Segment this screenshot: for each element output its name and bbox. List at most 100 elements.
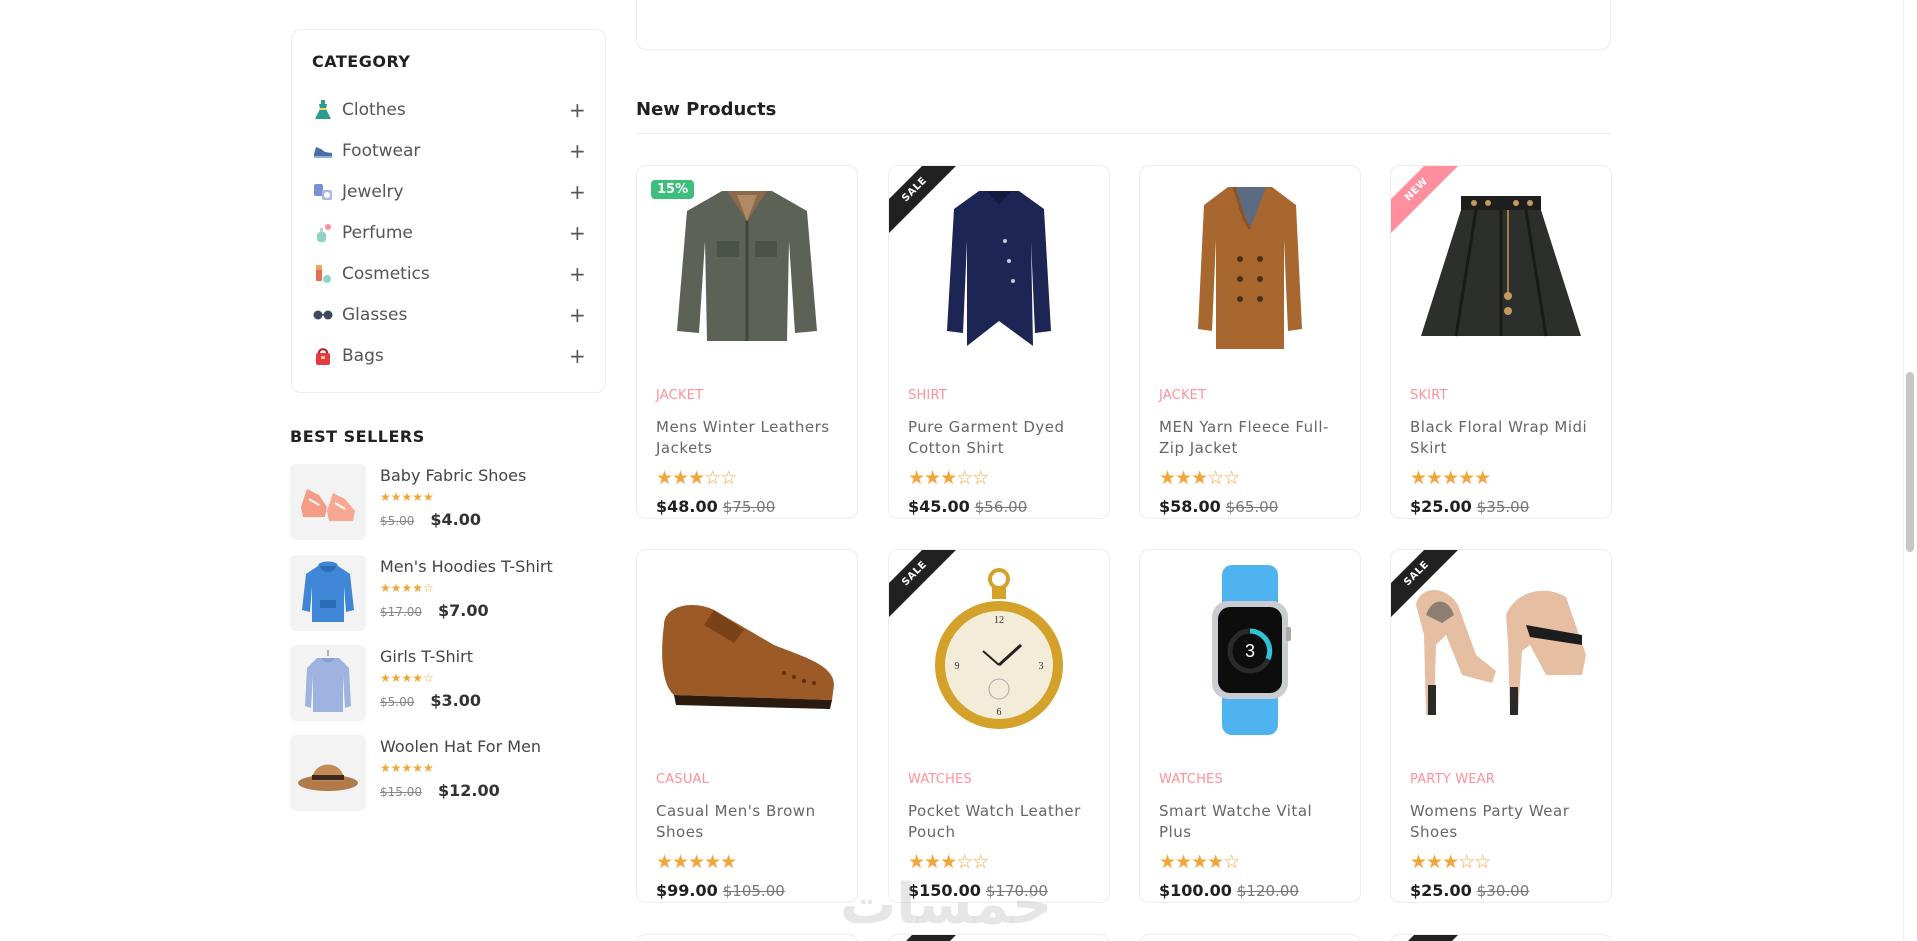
- previous-section-card: [636, 0, 1611, 50]
- product-title[interactable]: Womens Party Wear Shoes: [1410, 801, 1597, 843]
- expand-plus-icon[interactable]: +: [569, 223, 586, 243]
- category-item-bags[interactable]: Bags +: [312, 335, 586, 376]
- expand-plus-icon[interactable]: +: [569, 305, 586, 325]
- rating-stars: ★★★★★: [1410, 467, 1491, 489]
- product-category[interactable]: jacket: [656, 388, 843, 403]
- old-price: $30.00: [1476, 882, 1530, 900]
- woolen-hat-image[interactable]: [290, 735, 366, 811]
- product-card[interactable]: [1139, 934, 1361, 941]
- best-seller-item[interactable]: Woolen Hat For Men ★★★★★ $15.00 $12.00: [290, 735, 610, 811]
- category-label: Perfume: [342, 222, 413, 243]
- price: $45.00: [908, 497, 970, 516]
- scrollbar[interactable]: [1903, 0, 1917, 941]
- category-label: Footwear: [342, 140, 421, 161]
- product-name[interactable]: Girls T-Shirt: [380, 647, 481, 666]
- product-card[interactable]: SALE party wear Womens Party Wear Shoes …: [1390, 549, 1612, 903]
- old-price: $5.00: [380, 695, 415, 709]
- brown-shoe-image[interactable]: [637, 550, 857, 750]
- product-name[interactable]: Men's Hoodies T-Shirt: [380, 557, 553, 576]
- rating-stars: ★★★☆☆: [908, 467, 989, 489]
- price: $100.00: [1159, 881, 1232, 900]
- product-title[interactable]: Casual Men's Brown Shoes: [656, 801, 843, 843]
- product-category[interactable]: casual: [656, 772, 843, 787]
- perfume-icon: [312, 222, 334, 244]
- glasses-icon: [312, 304, 334, 326]
- product-title[interactable]: Mens Winter Leathers Jackets: [656, 417, 843, 459]
- svg-text:3: 3: [1039, 661, 1044, 672]
- price: $3.00: [430, 691, 481, 710]
- category-item-glasses[interactable]: Glasses +: [312, 294, 586, 335]
- scrollbar-thumb[interactable]: [1906, 372, 1914, 552]
- section-divider: [636, 133, 1611, 134]
- category-label: Bags: [342, 345, 384, 366]
- coat-image[interactable]: [1140, 166, 1360, 366]
- rating-stars: ★★★★★: [380, 761, 434, 775]
- expand-plus-icon[interactable]: +: [569, 264, 586, 284]
- old-price: $65.00: [1225, 498, 1279, 516]
- product-title[interactable]: MEN Yarn Fleece Full-Zip Jacket: [1159, 417, 1346, 459]
- product-card[interactable]: casual Casual Men's Brown Shoes ★★★★★ $9…: [636, 549, 858, 903]
- price: $99.00: [656, 881, 718, 900]
- watermark-logo: خمسات: [840, 872, 1053, 937]
- category-item-footwear[interactable]: Footwear +: [312, 130, 586, 171]
- category-item-cosmetics[interactable]: Cosmetics +: [312, 253, 586, 294]
- category-label: Clothes: [342, 99, 406, 120]
- expand-plus-icon[interactable]: +: [569, 346, 586, 366]
- product-card[interactable]: 15% jacket Mens Winter Leathers Jackets …: [636, 165, 858, 519]
- price: $25.00: [1410, 497, 1472, 516]
- expand-plus-icon[interactable]: +: [569, 141, 586, 161]
- category-title: CATEGORY: [312, 52, 411, 71]
- girls-tshirt-image[interactable]: [290, 645, 366, 721]
- product-name[interactable]: Woolen Hat For Men: [380, 737, 541, 756]
- product-card[interactable]: 12 3 6 9 SALE watches Pocket Watch Leather …: [888, 549, 1110, 903]
- product-title[interactable]: Black Floral Wrap Midi Skirt: [1410, 417, 1597, 459]
- old-price: $56.00: [974, 498, 1028, 516]
- rating-stars: ★★★☆☆: [656, 467, 737, 489]
- product-category[interactable]: skirt: [1410, 388, 1597, 403]
- product-name[interactable]: Baby Fabric Shoes: [380, 466, 526, 485]
- product-title[interactable]: Pure Garment Dyed Cotton Shirt: [908, 417, 1095, 459]
- old-price: $75.00: [722, 498, 776, 516]
- category-item-clothes[interactable]: Clothes +: [312, 89, 586, 130]
- product-card[interactable]: jacket MEN Yarn Fleece Full-Zip Jacket ★…: [1139, 165, 1361, 519]
- product-category[interactable]: watches: [908, 772, 1095, 787]
- product-category[interactable]: watches: [1159, 772, 1346, 787]
- product-card[interactable]: NEW skirt Black Floral Wrap Midi Skirt ★…: [1390, 165, 1612, 519]
- product-card[interactable]: [636, 934, 858, 941]
- product-title[interactable]: Pocket Watch Leather Pouch: [908, 801, 1095, 843]
- category-label: Jewelry: [342, 181, 404, 202]
- smart-watch-image[interactable]: 3: [1140, 550, 1360, 750]
- category-item-jewelry[interactable]: Jewelry +: [312, 171, 586, 212]
- expand-plus-icon[interactable]: +: [569, 182, 586, 202]
- rating-stars: ★★★★☆: [380, 581, 434, 595]
- smartwatch-screen-number: 3: [1245, 641, 1255, 661]
- svg-text:9: 9: [955, 661, 960, 672]
- product-card[interactable]: 3 watches Smart Watche Vital Plus ★★★★☆ …: [1139, 549, 1361, 903]
- old-price: $15.00: [380, 785, 422, 799]
- product-card[interactable]: SALE shirt Pure Garment Dyed Cotton Shir…: [888, 165, 1110, 519]
- product-category[interactable]: shirt: [908, 388, 1095, 403]
- best-sellers-title: BEST SELLERS: [290, 427, 425, 446]
- category-item-perfume[interactable]: Perfume +: [312, 212, 586, 253]
- category-label: Glasses: [342, 304, 408, 325]
- expand-plus-icon[interactable]: +: [569, 100, 586, 120]
- product-title[interactable]: Smart Watche Vital Plus: [1159, 801, 1346, 843]
- watch-icon: [312, 181, 334, 203]
- product-category[interactable]: jacket: [1159, 388, 1346, 403]
- rating-stars: ★★★☆☆: [1159, 467, 1240, 489]
- shoe-icon: [312, 140, 334, 162]
- product-card[interactable]: [1390, 934, 1612, 941]
- discount-badge: 15%: [651, 180, 695, 199]
- baby-shoes-image[interactable]: [290, 464, 366, 540]
- price: $4.00: [430, 510, 481, 529]
- price: $25.00: [1410, 881, 1472, 900]
- best-seller-item[interactable]: Girls T-Shirt ★★★★☆ $5.00 $3.00: [290, 645, 610, 721]
- product-category[interactable]: party wear: [1410, 772, 1597, 787]
- best-seller-item[interactable]: Men's Hoodies T-Shirt ★★★★☆ $17.00 $7.00: [290, 555, 610, 631]
- svg-text:12: 12: [994, 615, 1004, 626]
- old-price: $17.00: [380, 605, 422, 619]
- cosmetics-icon: [312, 263, 334, 285]
- hoodie-image[interactable]: [290, 555, 366, 631]
- bag-icon: [312, 345, 334, 367]
- best-seller-item[interactable]: Baby Fabric Shoes ★★★★★ $5.00 $4.00: [290, 464, 610, 540]
